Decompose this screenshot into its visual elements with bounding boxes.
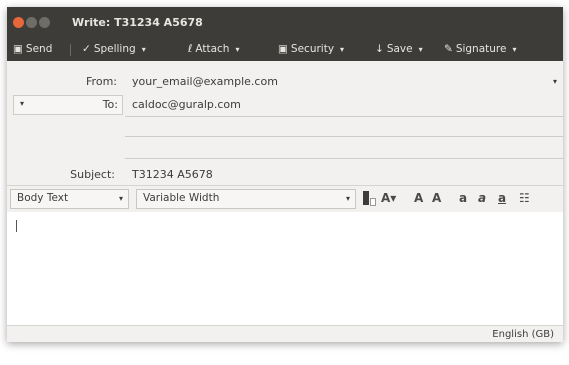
signature-icon: ✎ — [444, 43, 453, 55]
download-icon: ↓ — [375, 43, 384, 55]
maximize-window-button[interactable] — [39, 17, 50, 28]
signature-label: Signature — [455, 43, 507, 55]
window-title: Write: T31234 A5678 — [72, 16, 203, 29]
security-button[interactable]: ▣ Security ▾ — [278, 43, 344, 55]
background-color-icon[interactable] — [370, 198, 376, 206]
spellcheck-language[interactable]: English (GB) — [492, 329, 554, 340]
attach-button[interactable]: ℓ Attach ▾ — [188, 43, 239, 55]
chevron-down-icon: ▾ — [345, 194, 350, 203]
minimize-window-button[interactable] — [26, 17, 37, 28]
paragraph-style-value: Body Text — [17, 192, 69, 204]
send-button[interactable]: ▣ Send — [13, 43, 52, 55]
send-label: Send — [25, 43, 53, 55]
italic-icon[interactable]: a — [478, 191, 486, 205]
chevron-down-icon: ▾ — [118, 194, 123, 203]
from-label: From: — [86, 75, 117, 88]
chevron-down-icon[interactable]: ▾ — [142, 45, 146, 54]
lock-icon: ▣ — [278, 43, 288, 55]
chevron-down-icon[interactable]: ▾ — [419, 45, 423, 54]
signature-button[interactable]: ✎ Signature ▾ — [444, 43, 516, 55]
attach-label: Attach — [195, 43, 230, 55]
compose-window: Write: T31234 A5678 ▣ Send ✓ Spelling ▾ ℓ At… — [7, 7, 563, 342]
chevron-down-icon: ▾ — [20, 99, 25, 108]
status-bar: English (GB) — [7, 325, 563, 342]
save-button[interactable]: ↓ Save ▾ — [375, 43, 423, 55]
spelling-button[interactable]: ✓ Spelling ▾ — [82, 43, 146, 55]
spelling-label: Spelling — [93, 43, 136, 55]
empty-recipient-row[interactable] — [125, 136, 563, 137]
to-label: To: — [102, 98, 118, 111]
underline-icon[interactable]: a — [498, 191, 506, 205]
text-cursor — [16, 220, 17, 232]
chevron-down-icon[interactable]: ▾ — [512, 45, 516, 54]
security-label: Security — [290, 43, 335, 55]
font-value: Variable Width — [143, 192, 220, 204]
paragraph-style-select[interactable]: Body Text ▾ — [10, 189, 129, 209]
subject-label: Subject: — [70, 168, 115, 181]
divider — [125, 116, 563, 117]
paperclip-icon: ℓ — [188, 43, 193, 55]
address-header: From: your_email@example.com ▾ ▾ To: cal… — [7, 61, 563, 185]
from-field[interactable]: your_email@example.com — [132, 75, 278, 88]
compose-toolbar: ▣ Send ✓ Spelling ▾ ℓ Attach ▾ ▣ Security ▾ ↓ Sa… — [7, 39, 563, 61]
chevron-down-icon[interactable]: ▾ — [340, 45, 344, 54]
bold-icon[interactable]: a — [459, 191, 467, 205]
recipient-type-select[interactable]: ▾ To: — [13, 95, 123, 115]
smaller-text-icon[interactable]: A — [414, 191, 423, 205]
check-icon: ✓ — [82, 43, 91, 55]
subject-field[interactable]: T31234 A5678 — [132, 168, 213, 181]
send-icon: ▣ — [13, 43, 23, 55]
chevron-down-icon[interactable]: ▾ — [553, 77, 557, 86]
to-field[interactable]: caldoc@guralp.com — [132, 98, 241, 111]
close-window-button[interactable] — [13, 17, 24, 28]
text-color-icon[interactable] — [363, 191, 369, 205]
title-bar: Write: T31234 A5678 — [7, 7, 563, 39]
toolbar-separator — [70, 44, 71, 56]
formatting-toolbar: Body Text ▾ Variable Width ▾ A▾ A A a a … — [7, 185, 563, 213]
font-size-icon[interactable]: A▾ — [381, 191, 396, 205]
message-body[interactable] — [7, 212, 563, 325]
font-select[interactable]: Variable Width ▾ — [136, 189, 356, 209]
list-icon[interactable]: ☷ — [519, 191, 530, 205]
divider — [125, 158, 563, 159]
save-label: Save — [386, 43, 413, 55]
larger-text-icon[interactable]: A — [432, 191, 441, 205]
chevron-down-icon[interactable]: ▾ — [235, 45, 239, 54]
